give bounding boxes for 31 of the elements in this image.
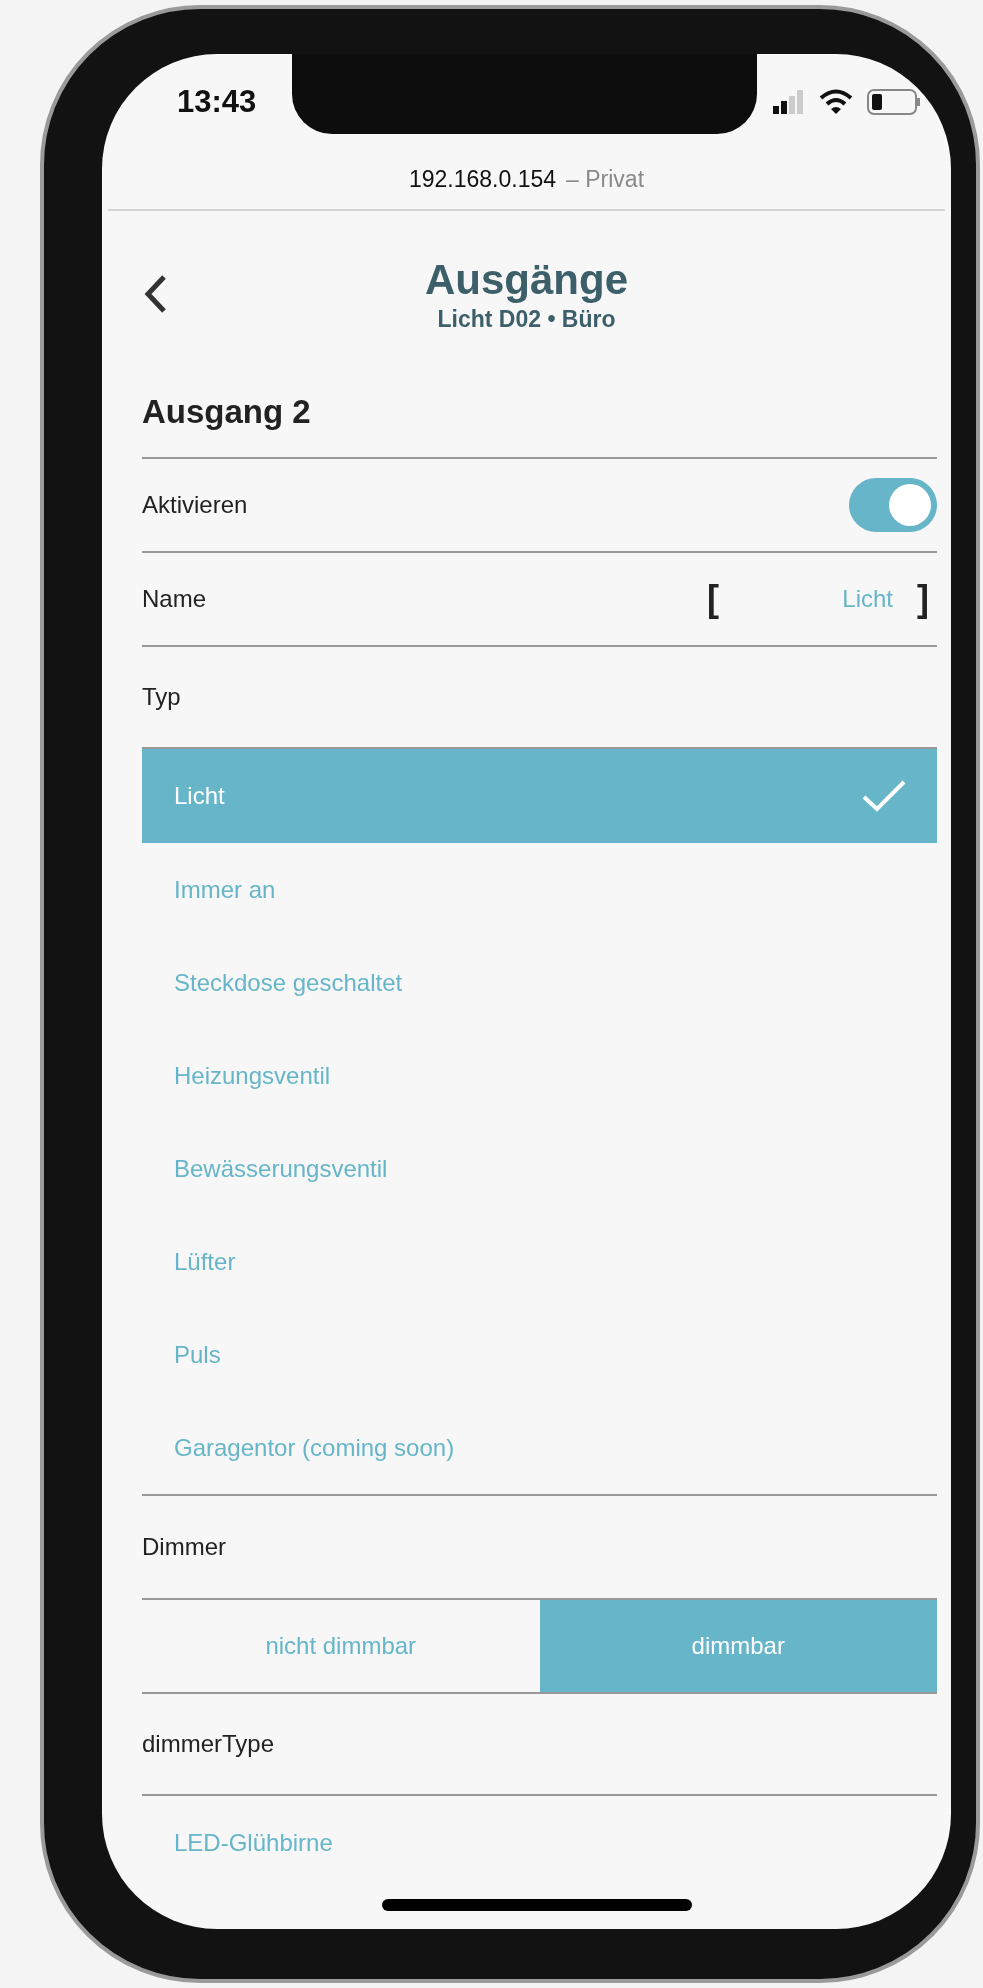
field-label: Typ <box>142 683 181 711</box>
url-address: 192.168.0.154 <box>408 165 557 193</box>
wifi-icon <box>819 88 853 115</box>
page-subtitle: Licht D02 • Büro <box>437 305 616 333</box>
bracket: ] <box>917 578 929 620</box>
option-item[interactable]: Garagentor (coming soon) <box>142 1401 937 1494</box>
segment-button[interactable]: dimmbar <box>539 1600 937 1692</box>
option-item[interactable]: Bewässerungsventil <box>142 1122 937 1215</box>
back-icon[interactable] <box>142 273 168 315</box>
option-item[interactable]: Licht <box>142 747 937 843</box>
field-label: Dimmer <box>142 1533 226 1561</box>
private-mode-label: – Privat <box>566 165 645 193</box>
toggle-switch[interactable] <box>849 478 937 532</box>
option-item[interactable]: Puls <box>142 1308 937 1401</box>
option-item[interactable]: Immer an <box>142 843 937 936</box>
signal-icon <box>773 89 805 114</box>
option-item[interactable]: Steckdose geschaltet <box>142 936 937 1029</box>
field-label: dimmerType <box>142 1730 275 1758</box>
field-label: Name <box>142 585 207 613</box>
option-item[interactable]: Heizungsventil <box>142 1029 937 1122</box>
checkmark-icon <box>861 779 907 813</box>
battery-icon <box>867 88 921 115</box>
name-input[interactable]: Licht <box>741 584 895 614</box>
field-label: Aktivieren <box>142 491 248 519</box>
section-title: Ausgang 2 <box>142 393 312 431</box>
bracket: [ <box>707 578 719 620</box>
page-title: Ausgänge <box>425 255 628 304</box>
status-time: 13:43 <box>177 83 257 120</box>
option-item[interactable]: Lüfter <box>142 1215 937 1308</box>
segment-button[interactable]: nicht dimmbar <box>142 1600 540 1692</box>
option-item[interactable]: LED-Glühbirne <box>142 1794 937 1890</box>
